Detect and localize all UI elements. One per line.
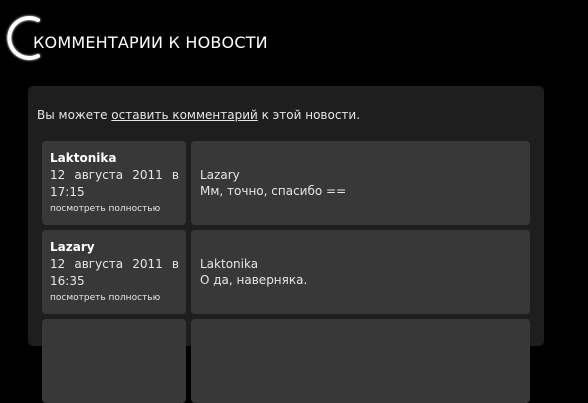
view-full-link[interactable]: посмотреть полностью	[50, 204, 160, 214]
comment-time: 16:35	[50, 274, 85, 288]
comment-date: 12 августа 2011 в	[50, 257, 179, 271]
comment-text: О да, наверняка.	[200, 273, 308, 287]
comment-reply-to: Lazary	[200, 168, 240, 182]
comment-author[interactable]: Laktonika	[50, 151, 116, 165]
comment-body: Laktonika О да, наверняка.	[191, 230, 530, 314]
add-comment-link[interactable]: оставить комментарий	[111, 108, 258, 122]
page-header: КОММЕНТАРИИ К НОВОСТИ	[0, 0, 588, 75]
comments-intro: Вы можете оставить комментарий к этой но…	[37, 108, 360, 122]
comment-meta: Laktonika 12 августа 2011 в 17:15 посмот…	[42, 141, 186, 225]
intro-prefix: Вы можете	[37, 108, 112, 122]
comment-reply-to: Laktonika	[200, 257, 259, 271]
comment-body: Lazary Мм, точно, спасибо ==	[191, 141, 530, 225]
view-full-link[interactable]: посмотреть полностью	[50, 293, 160, 303]
comment-meta	[42, 319, 186, 403]
comment-meta: Lazary 12 августа 2011 в 16:35 посмотрет…	[42, 230, 186, 314]
comment-body	[191, 319, 530, 403]
comment-author[interactable]: Lazary	[50, 240, 95, 254]
comment-text: Мм, точно, спасибо ==	[200, 184, 347, 198]
intro-suffix: к этой новости.	[257, 108, 361, 122]
comment-date: 12 августа 2011 в	[50, 168, 179, 182]
comment-time: 17:15	[50, 185, 85, 199]
page-title: КОММЕНТАРИИ К НОВОСТИ	[33, 33, 268, 52]
comments-panel: Вы можете оставить комментарий к этой но…	[28, 86, 544, 403]
